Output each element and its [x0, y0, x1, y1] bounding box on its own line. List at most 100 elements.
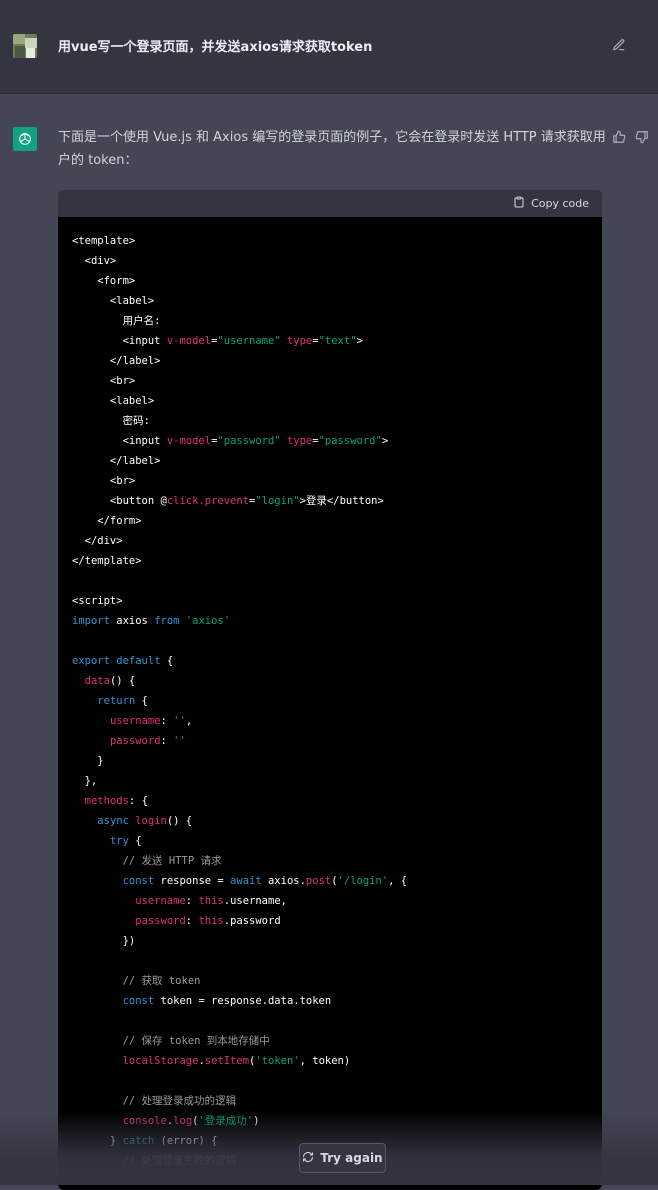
- code-token: () {: [109, 675, 136, 687]
- openai-logo-icon: [13, 127, 37, 151]
- code-line: <form>: [72, 271, 588, 291]
- user-avatar: [13, 34, 37, 58]
- code-line: </form>: [72, 511, 588, 531]
- code-token: password: [109, 735, 161, 747]
- code-line: data() {: [72, 671, 588, 691]
- try-again-button[interactable]: Try again: [299, 1143, 386, 1173]
- code-token: "text": [318, 335, 357, 347]
- code-token: this: [198, 915, 224, 927]
- code-line: }: [72, 751, 588, 771]
- code-token: .username,: [223, 895, 287, 907]
- code-token: <br>: [72, 475, 136, 487]
- user-message-row: 用vue写一个登录页面，并发送axios请求获取token: [0, 0, 658, 94]
- code-token: <br>: [72, 375, 136, 387]
- code-line: <script>: [72, 591, 588, 611]
- code-line: 用户名:: [72, 311, 588, 331]
- code-line: </label>: [72, 351, 588, 371]
- code-line: username: this.username,: [72, 891, 588, 911]
- code-token: // 获取 token: [122, 975, 201, 987]
- refresh-icon: [302, 1151, 314, 1166]
- code-line: password: '': [72, 731, 588, 751]
- code-token: <form>: [72, 275, 136, 287]
- code-token: axios: [109, 615, 155, 627]
- edit-icon[interactable]: [612, 37, 626, 51]
- code-line: 密码:: [72, 411, 588, 431]
- code-token: : {: [128, 795, 148, 807]
- code-line: <div>: [72, 251, 588, 271]
- code-token: return: [97, 695, 136, 707]
- code-token: </label>: [72, 355, 161, 367]
- code-token: }): [72, 935, 136, 947]
- assistant-intro-text: 下面是一个使用 Vue.js 和 Axios 编写的登录页面的例子，它会在登录时…: [58, 130, 606, 168]
- code-line: <template>: [72, 231, 588, 251]
- code-token: from: [154, 615, 180, 627]
- code-token: <script>: [72, 595, 123, 607]
- code-token: // 保存 token 到本地存储中: [122, 1035, 270, 1047]
- code-line: <button @click.prevent="login">登录</butto…: [72, 491, 588, 511]
- code-block-header: Copy code: [58, 190, 602, 217]
- code-line: <label>: [72, 391, 588, 411]
- code-token: <button @: [72, 495, 167, 507]
- code-token: </div>: [72, 535, 123, 547]
- code-token: </form>: [72, 515, 142, 527]
- code-token: // 发送 HTTP 请求: [122, 855, 222, 867]
- code-token: <input: [72, 335, 167, 347]
- thumbs-up-icon[interactable]: [612, 129, 626, 143]
- code-token: "username": [217, 335, 281, 347]
- code-line: try {: [72, 831, 588, 851]
- code-token: try: [109, 835, 129, 847]
- code-token: </template>: [72, 555, 142, 567]
- code-line: <br>: [72, 371, 588, 391]
- code-line: <input v-model="password" type="password…: [72, 431, 588, 451]
- code-token: import: [72, 615, 110, 627]
- code-line: async login() {: [72, 811, 588, 831]
- code-token: :: [160, 735, 174, 747]
- code-token: const: [122, 875, 155, 887]
- code-line: username: '',: [72, 711, 588, 731]
- code-token: </label>: [72, 455, 161, 467]
- code-line: </label>: [72, 451, 588, 471]
- code-token: v-model: [166, 435, 212, 447]
- code-token: <label>: [72, 295, 155, 307]
- code-token: {: [160, 655, 174, 667]
- code-token: :: [160, 715, 174, 727]
- code-line: }): [72, 931, 588, 951]
- code-token: username: [109, 715, 161, 727]
- code-token: .password: [223, 915, 281, 927]
- thumbs-down-icon[interactable]: [635, 129, 649, 144]
- code-token: post: [305, 875, 332, 887]
- code-token: localStorage: [122, 1055, 199, 1067]
- code-token: '': [173, 715, 186, 727]
- code-token: ,: [185, 715, 193, 727]
- code-token: async: [97, 815, 129, 827]
- code-token: v-model: [166, 335, 212, 347]
- code-token: login: [135, 815, 167, 827]
- copy-code-button[interactable]: Copy code: [513, 196, 589, 211]
- code-token: token = response.data.token: [154, 995, 332, 1007]
- code-token: 密码:: [72, 415, 150, 427]
- copy-code-label: Copy code: [531, 197, 589, 210]
- code-token: "login": [255, 495, 300, 507]
- code-line: // 保存 token 到本地存储中: [72, 1031, 588, 1051]
- code-token: <input: [72, 435, 167, 447]
- code-token: '': [173, 735, 186, 747]
- code-token: "password": [217, 435, 281, 447]
- code-token: >登录</button>: [299, 495, 384, 507]
- code-line: </div>: [72, 531, 588, 551]
- code-token: type: [286, 335, 313, 347]
- assistant-message-row: 下面是一个使用 Vue.js 和 Axios 编写的登录页面的例子，它会在登录时…: [0, 94, 658, 1190]
